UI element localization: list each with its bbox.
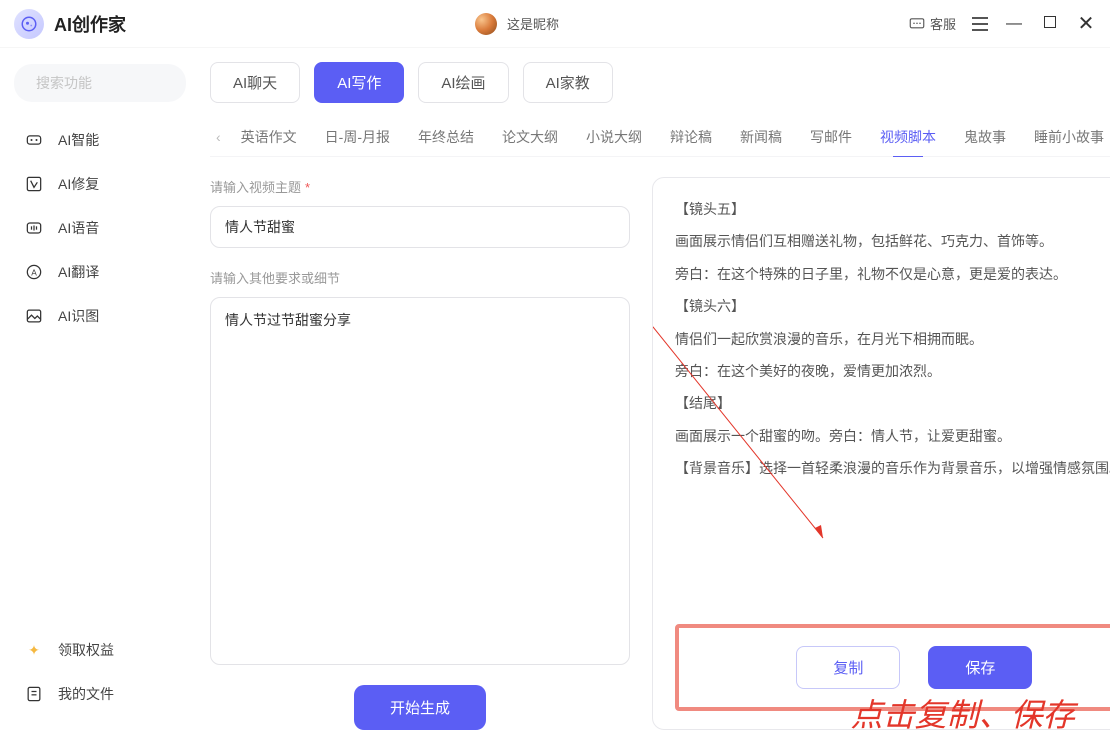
ai-brain-icon [24,130,44,150]
output-end-desc: 画面展示一个甜蜜的吻。旁白：情人节，让爱更甜蜜。 [675,425,1110,447]
window-minimize-button[interactable]: — [1004,15,1024,33]
sidebar-item-ai-repair[interactable]: AI修复 [14,164,186,204]
chat-icon [908,15,926,33]
sidebar-item-label: 我的文件 [58,684,114,704]
sub-tab-ghost-story[interactable]: 鬼故事 [950,117,1020,157]
tab-ai-chat[interactable]: AI聊天 [210,62,300,103]
star-icon: ✦ [24,640,44,660]
tab-ai-write[interactable]: AI写作 [314,62,404,103]
tab-ai-draw[interactable]: AI绘画 [418,62,508,103]
output-panel: 【镜头五】 画面展示情侣们互相赠送礼物，包括鲜花、巧克力、首饰等。 旁白：在这个… [652,177,1110,730]
topic-input[interactable] [210,206,630,248]
sidebar-item-ai-smart[interactable]: AI智能 [14,120,186,160]
menu-icon[interactable] [972,17,988,31]
content-area: AI聊天 AI写作 AI绘画 AI家教 ‹ 英语作文 日-周-月报 年终总结 论… [200,48,1110,730]
input-panel: 请输入视频主题* 请输入其他要求或细节 开始生成 [210,177,630,730]
sub-tab-bedtime-story[interactable]: 睡前小故事 [1020,117,1110,157]
sub-tab-video-script[interactable]: 视频脚本 [866,117,950,157]
sidebar-item-ai-voice[interactable]: AI语音 [14,208,186,248]
save-button[interactable]: 保存 [928,646,1032,689]
user-nickname: 这是昵称 [507,14,559,33]
sidebar-item-label: AI修复 [58,174,99,194]
ai-repair-icon [24,174,44,194]
sub-tab-email[interactable]: 写邮件 [796,117,866,157]
action-buttons-highlight: 复制 保存 [675,624,1110,711]
sub-tab-english-essay[interactable]: 英语作文 [227,117,311,157]
ai-image-icon [24,306,44,326]
generate-button[interactable]: 开始生成 [354,685,486,730]
sub-tab-thesis-outline[interactable]: 论文大纲 [488,117,572,157]
sidebar-item-rewards[interactable]: ✦ 领取权益 [14,630,186,670]
app-logo-icon [14,9,44,39]
window-maximize-button[interactable] [1040,15,1060,33]
sub-tab-news[interactable]: 新闻稿 [726,117,796,157]
window-close-button[interactable]: ✕ [1076,11,1096,36]
sidebar-item-ai-image[interactable]: AI识图 [14,296,186,336]
output-shot5-vo: 旁白：在这个特殊的日子里，礼物不仅是心意，更是爱的表达。 [675,263,1110,285]
sub-tab-debate[interactable]: 辩论稿 [656,117,726,157]
sub-tab-novel-outline[interactable]: 小说大纲 [572,117,656,157]
detail-field-label: 请输入其他要求或细节 [210,268,630,287]
output-shot5-title: 【镜头五】 [675,198,1110,220]
sub-tab-report[interactable]: 日-周-月报 [311,117,404,157]
sidebar: AI智能 AI修复 AI语音 A AI翻译 AI识图 ✦ 领取权益 [0,48,200,730]
sub-nav-prev-arrow[interactable]: ‹ [210,129,227,145]
output-text: 【镜头五】 画面展示情侣们互相赠送礼物，包括鲜花、巧克力、首饰等。 旁白：在这个… [675,198,1110,616]
sidebar-item-label: AI翻译 [58,262,99,282]
sidebar-item-my-files[interactable]: 我的文件 [14,674,186,714]
user-avatar[interactable] [475,13,497,35]
sidebar-item-label: AI识图 [58,306,99,326]
app-title: AI创作家 [54,11,126,37]
file-icon [24,684,44,704]
detail-textarea[interactable] [210,297,630,665]
output-shot6-desc: 情侣们一起欣赏浪漫的音乐，在月光下相拥而眠。 [675,328,1110,350]
search-box[interactable] [14,64,186,102]
search-input[interactable] [36,75,217,91]
output-shot6-vo: 旁白：在这个美好的夜晚，爱情更加浓烈。 [675,360,1110,382]
copy-button[interactable]: 复制 [796,646,900,689]
ai-voice-icon [24,218,44,238]
titlebar: AI创作家 这是昵称 客服 — ✕ [0,0,1110,48]
ai-translate-icon: A [24,262,44,282]
sidebar-item-label: AI语音 [58,218,99,238]
tab-ai-tutor[interactable]: AI家教 [523,62,613,103]
topic-field-label: 请输入视频主题* [210,177,630,196]
sidebar-item-label: 领取权益 [58,640,114,660]
sidebar-item-label: AI智能 [58,130,99,150]
customer-service-label: 客服 [930,14,956,33]
sidebar-item-ai-translate[interactable]: A AI翻译 [14,252,186,292]
sub-category-nav: ‹ 英语作文 日-周-月报 年终总结 论文大纲 小说大纲 辩论稿 新闻稿 写邮件… [210,117,1110,157]
output-bgm: 【背景音乐】选择一首轻柔浪漫的音乐作为背景音乐，以增强情感氛围。 [675,457,1110,479]
svg-text:A: A [31,267,37,277]
output-shot5-desc: 画面展示情侣们互相赠送礼物，包括鲜花、巧克力、首饰等。 [675,230,1110,252]
output-end-title: 【结尾】 [675,392,1110,414]
customer-service-button[interactable]: 客服 [908,14,956,33]
output-shot6-title: 【镜头六】 [675,295,1110,317]
sub-tab-year-summary[interactable]: 年终总结 [404,117,488,157]
